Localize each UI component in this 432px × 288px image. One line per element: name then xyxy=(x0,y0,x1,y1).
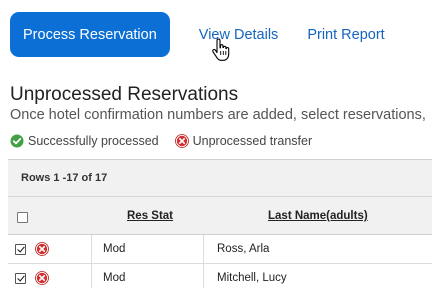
row-last-name: Ross, Arla xyxy=(217,243,270,255)
print-report-link[interactable]: Print Report xyxy=(307,27,384,43)
column-divider xyxy=(91,264,92,288)
error-circle-icon xyxy=(35,271,49,285)
row-checkbox[interactable] xyxy=(15,264,26,288)
column-divider xyxy=(203,235,204,263)
checkbox-checked xyxy=(15,243,26,255)
action-bar: Process Reservation View Details Print R… xyxy=(10,12,385,57)
col-header-res-stat[interactable]: Res Stat xyxy=(127,210,173,222)
row-checkbox[interactable] xyxy=(15,235,26,263)
reservations-page: Process Reservation View Details Print R… xyxy=(0,0,432,288)
table-row[interactable]: Mod Mitchell, Lucy xyxy=(8,264,432,288)
status-legend: Successfully processed Unprocessed trans… xyxy=(10,134,328,148)
select-all-checkbox-box xyxy=(17,212,28,223)
legend-unprocessed: Unprocessed transfer xyxy=(174,134,313,148)
table-row[interactable]: Mod Ross, Arla xyxy=(8,235,432,264)
section-subtitle: Once hotel confirmation numbers are adde… xyxy=(10,107,426,123)
rows-info: Rows 1 -17 of 17 xyxy=(8,160,432,197)
grid-header: Res Stat Last Name(adults) xyxy=(8,197,432,235)
column-divider xyxy=(203,264,204,288)
column-divider xyxy=(91,235,92,263)
legend-success: Successfully processed xyxy=(10,134,159,148)
legend-unprocessed-label: Unprocessed transfer xyxy=(192,134,313,148)
legend-success-label: Successfully processed xyxy=(28,134,159,148)
row-last-name: Mitchell, Lucy xyxy=(217,272,287,284)
hand-cursor-icon xyxy=(212,38,230,61)
row-res-stat: Mod xyxy=(103,272,126,284)
select-all-checkbox[interactable] xyxy=(17,210,28,228)
section-title: Unprocessed Reservations xyxy=(10,84,239,105)
row-status xyxy=(35,235,49,263)
check-circle-icon xyxy=(10,134,24,148)
reservations-grid: Rows 1 -17 of 17 Res Stat Last Name(adul… xyxy=(8,159,432,288)
col-header-last-name[interactable]: Last Name(adults) xyxy=(268,210,368,222)
row-status xyxy=(35,264,49,288)
checkbox-checked xyxy=(15,272,26,284)
error-circle-icon xyxy=(35,242,49,256)
row-res-stat: Mod xyxy=(103,243,126,255)
process-reservation-button[interactable]: Process Reservation xyxy=(10,12,170,57)
error-circle-icon xyxy=(174,134,189,148)
